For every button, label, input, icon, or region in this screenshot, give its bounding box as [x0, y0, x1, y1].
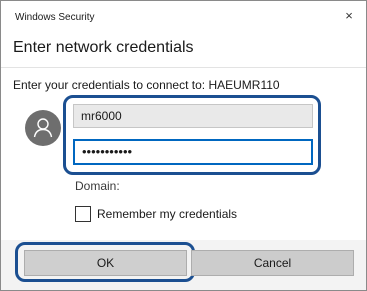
connect-prompt: Enter your credentials to connect to: HA…: [13, 78, 280, 92]
remember-checkbox[interactable]: [75, 206, 91, 222]
username-field[interactable]: mr6000: [73, 104, 313, 128]
credentials-dialog: Windows Security × Enter network credent…: [0, 0, 367, 291]
title-bar: Windows Security ×: [1, 1, 366, 29]
window-title: Windows Security: [15, 12, 95, 23]
cancel-button[interactable]: Cancel: [191, 250, 354, 276]
close-icon[interactable]: ×: [340, 7, 358, 25]
domain-label: Domain:: [75, 179, 120, 193]
remember-label[interactable]: Remember my credentials: [97, 207, 237, 221]
dialog-heading: Enter network credentials: [13, 39, 194, 56]
ok-button[interactable]: OK: [24, 250, 187, 276]
user-avatar-icon: [25, 110, 61, 146]
divider: [1, 67, 366, 68]
password-field[interactable]: •••••••••••: [73, 139, 313, 165]
